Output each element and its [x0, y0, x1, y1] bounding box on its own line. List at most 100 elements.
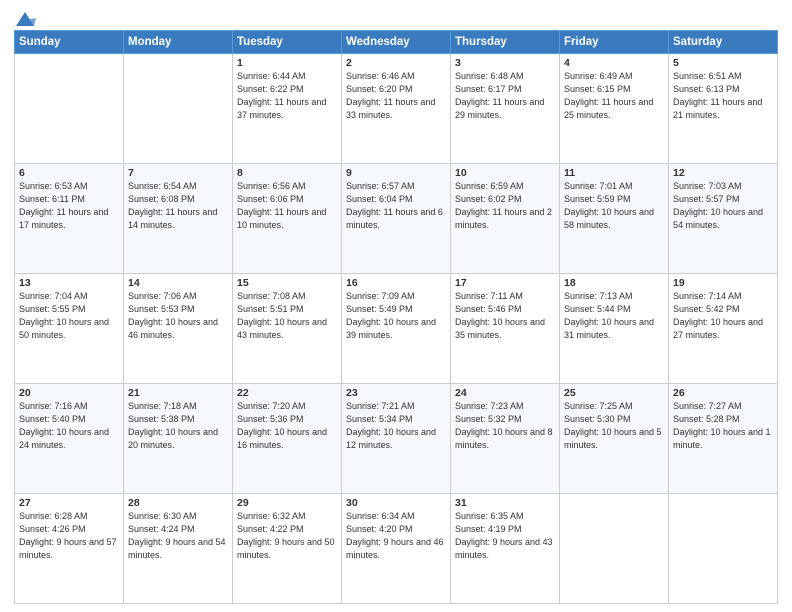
day-info: Sunrise: 7:20 AM Sunset: 5:36 PM Dayligh…	[237, 400, 337, 452]
table-row: 4Sunrise: 6:49 AM Sunset: 6:15 PM Daylig…	[560, 54, 669, 164]
day-info: Sunrise: 6:54 AM Sunset: 6:08 PM Dayligh…	[128, 180, 228, 232]
day-number: 23	[346, 387, 446, 399]
day-info: Sunrise: 6:46 AM Sunset: 6:20 PM Dayligh…	[346, 70, 446, 122]
table-row: 30Sunrise: 6:34 AM Sunset: 4:20 PM Dayli…	[342, 494, 451, 604]
day-number: 15	[237, 277, 337, 289]
table-row	[15, 54, 124, 164]
calendar-table: Sunday Monday Tuesday Wednesday Thursday…	[14, 30, 778, 604]
table-row: 6Sunrise: 6:53 AM Sunset: 6:11 PM Daylig…	[15, 164, 124, 274]
logo	[14, 10, 38, 24]
page: Sunday Monday Tuesday Wednesday Thursday…	[0, 0, 792, 612]
day-info: Sunrise: 7:11 AM Sunset: 5:46 PM Dayligh…	[455, 290, 555, 342]
table-row: 20Sunrise: 7:16 AM Sunset: 5:40 PM Dayli…	[15, 384, 124, 494]
day-number: 14	[128, 277, 228, 289]
table-row: 18Sunrise: 7:13 AM Sunset: 5:44 PM Dayli…	[560, 274, 669, 384]
table-row: 15Sunrise: 7:08 AM Sunset: 5:51 PM Dayli…	[233, 274, 342, 384]
table-row: 21Sunrise: 7:18 AM Sunset: 5:38 PM Dayli…	[124, 384, 233, 494]
day-info: Sunrise: 7:27 AM Sunset: 5:28 PM Dayligh…	[673, 400, 773, 452]
table-row: 1Sunrise: 6:44 AM Sunset: 6:22 PM Daylig…	[233, 54, 342, 164]
table-row: 31Sunrise: 6:35 AM Sunset: 4:19 PM Dayli…	[451, 494, 560, 604]
day-number: 12	[673, 167, 773, 179]
col-tuesday: Tuesday	[233, 31, 342, 54]
day-number: 13	[19, 277, 119, 289]
day-info: Sunrise: 7:03 AM Sunset: 5:57 PM Dayligh…	[673, 180, 773, 232]
logo-icon	[14, 10, 36, 28]
col-thursday: Thursday	[451, 31, 560, 54]
day-info: Sunrise: 7:25 AM Sunset: 5:30 PM Dayligh…	[564, 400, 664, 452]
calendar-week-row: 6Sunrise: 6:53 AM Sunset: 6:11 PM Daylig…	[15, 164, 778, 274]
table-row: 2Sunrise: 6:46 AM Sunset: 6:20 PM Daylig…	[342, 54, 451, 164]
col-friday: Friday	[560, 31, 669, 54]
day-number: 16	[346, 277, 446, 289]
day-info: Sunrise: 6:44 AM Sunset: 6:22 PM Dayligh…	[237, 70, 337, 122]
day-number: 24	[455, 387, 555, 399]
day-number: 8	[237, 167, 337, 179]
table-row: 7Sunrise: 6:54 AM Sunset: 6:08 PM Daylig…	[124, 164, 233, 274]
table-row: 16Sunrise: 7:09 AM Sunset: 5:49 PM Dayli…	[342, 274, 451, 384]
day-info: Sunrise: 6:35 AM Sunset: 4:19 PM Dayligh…	[455, 510, 555, 562]
day-info: Sunrise: 7:09 AM Sunset: 5:49 PM Dayligh…	[346, 290, 446, 342]
day-number: 22	[237, 387, 337, 399]
table-row: 12Sunrise: 7:03 AM Sunset: 5:57 PM Dayli…	[669, 164, 778, 274]
table-row: 13Sunrise: 7:04 AM Sunset: 5:55 PM Dayli…	[15, 274, 124, 384]
table-row: 25Sunrise: 7:25 AM Sunset: 5:30 PM Dayli…	[560, 384, 669, 494]
day-number: 25	[564, 387, 664, 399]
day-info: Sunrise: 6:49 AM Sunset: 6:15 PM Dayligh…	[564, 70, 664, 122]
day-info: Sunrise: 7:06 AM Sunset: 5:53 PM Dayligh…	[128, 290, 228, 342]
day-number: 21	[128, 387, 228, 399]
table-row: 3Sunrise: 6:48 AM Sunset: 6:17 PM Daylig…	[451, 54, 560, 164]
day-number: 26	[673, 387, 773, 399]
day-number: 7	[128, 167, 228, 179]
calendar-week-row: 13Sunrise: 7:04 AM Sunset: 5:55 PM Dayli…	[15, 274, 778, 384]
table-row: 5Sunrise: 6:51 AM Sunset: 6:13 PM Daylig…	[669, 54, 778, 164]
day-number: 29	[237, 497, 337, 509]
day-number: 11	[564, 167, 664, 179]
table-row	[669, 494, 778, 604]
calendar-week-row: 1Sunrise: 6:44 AM Sunset: 6:22 PM Daylig…	[15, 54, 778, 164]
day-info: Sunrise: 6:59 AM Sunset: 6:02 PM Dayligh…	[455, 180, 555, 232]
table-row: 26Sunrise: 7:27 AM Sunset: 5:28 PM Dayli…	[669, 384, 778, 494]
col-wednesday: Wednesday	[342, 31, 451, 54]
table-row: 17Sunrise: 7:11 AM Sunset: 5:46 PM Dayli…	[451, 274, 560, 384]
day-info: Sunrise: 7:21 AM Sunset: 5:34 PM Dayligh…	[346, 400, 446, 452]
day-info: Sunrise: 6:57 AM Sunset: 6:04 PM Dayligh…	[346, 180, 446, 232]
day-info: Sunrise: 7:16 AM Sunset: 5:40 PM Dayligh…	[19, 400, 119, 452]
calendar-week-row: 20Sunrise: 7:16 AM Sunset: 5:40 PM Dayli…	[15, 384, 778, 494]
day-info: Sunrise: 6:30 AM Sunset: 4:24 PM Dayligh…	[128, 510, 228, 562]
table-row: 10Sunrise: 6:59 AM Sunset: 6:02 PM Dayli…	[451, 164, 560, 274]
day-number: 20	[19, 387, 119, 399]
table-row: 8Sunrise: 6:56 AM Sunset: 6:06 PM Daylig…	[233, 164, 342, 274]
table-row: 28Sunrise: 6:30 AM Sunset: 4:24 PM Dayli…	[124, 494, 233, 604]
day-info: Sunrise: 7:13 AM Sunset: 5:44 PM Dayligh…	[564, 290, 664, 342]
table-row: 14Sunrise: 7:06 AM Sunset: 5:53 PM Dayli…	[124, 274, 233, 384]
day-number: 5	[673, 57, 773, 69]
day-info: Sunrise: 7:23 AM Sunset: 5:32 PM Dayligh…	[455, 400, 555, 452]
table-row: 24Sunrise: 7:23 AM Sunset: 5:32 PM Dayli…	[451, 384, 560, 494]
day-number: 28	[128, 497, 228, 509]
day-info: Sunrise: 6:34 AM Sunset: 4:20 PM Dayligh…	[346, 510, 446, 562]
day-info: Sunrise: 7:04 AM Sunset: 5:55 PM Dayligh…	[19, 290, 119, 342]
day-number: 19	[673, 277, 773, 289]
day-number: 9	[346, 167, 446, 179]
day-number: 2	[346, 57, 446, 69]
col-saturday: Saturday	[669, 31, 778, 54]
table-row	[124, 54, 233, 164]
day-number: 18	[564, 277, 664, 289]
day-number: 17	[455, 277, 555, 289]
day-info: Sunrise: 6:56 AM Sunset: 6:06 PM Dayligh…	[237, 180, 337, 232]
col-sunday: Sunday	[15, 31, 124, 54]
table-row: 29Sunrise: 6:32 AM Sunset: 4:22 PM Dayli…	[233, 494, 342, 604]
table-row: 9Sunrise: 6:57 AM Sunset: 6:04 PM Daylig…	[342, 164, 451, 274]
header	[14, 10, 778, 24]
day-info: Sunrise: 6:32 AM Sunset: 4:22 PM Dayligh…	[237, 510, 337, 562]
table-row: 19Sunrise: 7:14 AM Sunset: 5:42 PM Dayli…	[669, 274, 778, 384]
day-number: 30	[346, 497, 446, 509]
table-row: 11Sunrise: 7:01 AM Sunset: 5:59 PM Dayli…	[560, 164, 669, 274]
table-row	[560, 494, 669, 604]
day-info: Sunrise: 6:51 AM Sunset: 6:13 PM Dayligh…	[673, 70, 773, 122]
table-row: 22Sunrise: 7:20 AM Sunset: 5:36 PM Dayli…	[233, 384, 342, 494]
day-number: 4	[564, 57, 664, 69]
day-number: 6	[19, 167, 119, 179]
day-number: 27	[19, 497, 119, 509]
day-number: 10	[455, 167, 555, 179]
